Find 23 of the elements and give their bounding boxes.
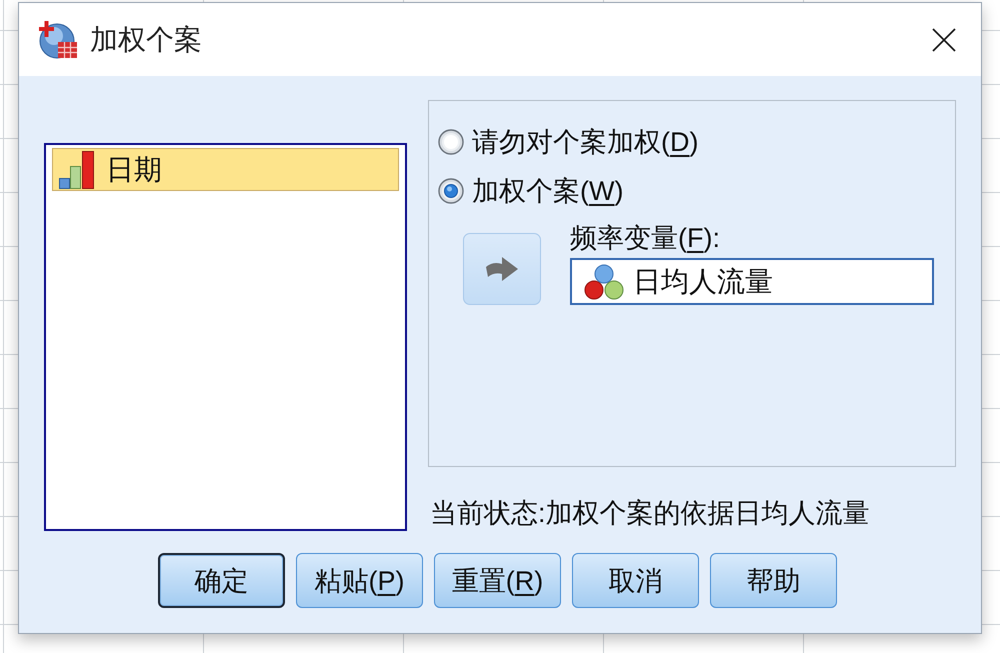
radio-button[interactable] bbox=[438, 129, 464, 155]
frequency-variable-field[interactable]: 日均人流量 bbox=[570, 258, 934, 305]
bar-chart-icon bbox=[58, 150, 96, 190]
field-value: 日均人流量 bbox=[633, 264, 773, 298]
radio-button[interactable] bbox=[438, 178, 464, 204]
app-icon bbox=[38, 20, 78, 58]
radio-label: 加权个案(W) bbox=[472, 175, 624, 208]
dialog-button[interactable]: 取消 bbox=[572, 553, 699, 608]
frequency-variable-label: 频率变量(F): bbox=[570, 222, 720, 255]
dialog-button[interactable]: 帮助 bbox=[710, 553, 837, 608]
variable-list[interactable]: 日期 bbox=[44, 143, 407, 531]
arrow-icon bbox=[485, 255, 519, 283]
window-title: 加权个案 bbox=[90, 22, 202, 56]
move-button[interactable] bbox=[463, 233, 541, 305]
dialog-button[interactable]: 重置(R) bbox=[434, 553, 561, 608]
three-balls-icon bbox=[584, 264, 624, 300]
close-button[interactable] bbox=[931, 26, 957, 52]
status-text: 当前状态:加权个案的依据日均人流量 bbox=[430, 497, 870, 530]
dialog-button[interactable]: 确定 bbox=[158, 553, 285, 608]
list-item[interactable]: 日期 bbox=[52, 148, 399, 191]
radio-label: 请勿对个案加权(D) bbox=[472, 126, 698, 159]
close-icon bbox=[932, 28, 956, 52]
dialog-button[interactable]: 粘贴(P) bbox=[296, 553, 423, 608]
